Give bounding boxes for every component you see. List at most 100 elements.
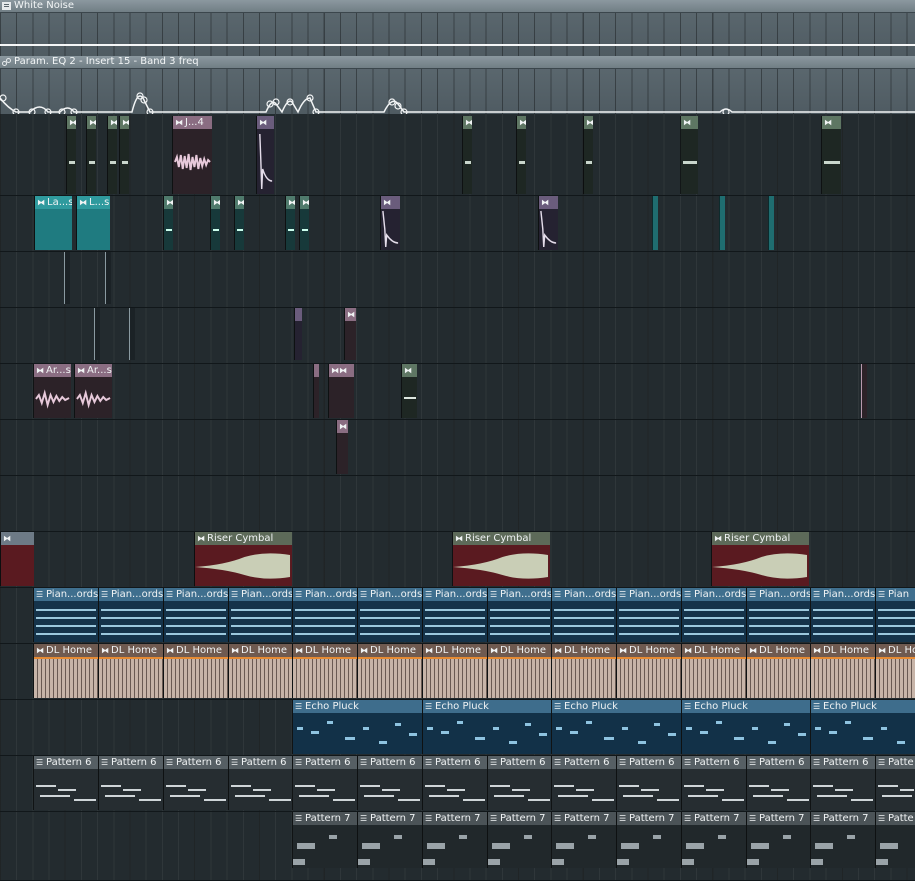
track-row[interactable] [0, 420, 915, 476]
riser-cymbal-clip[interactable]: ⧓ Riser Cymbal [452, 532, 550, 586]
pattern-6-clip[interactable]: ☰ Pattern 6 [810, 756, 875, 810]
audio-clip-slice[interactable] [652, 196, 658, 250]
piano-chords-clip[interactable]: ☰ Pian [875, 588, 915, 642]
pattern-7-clip[interactable]: ☰ Patte [875, 812, 915, 868]
audio-clip[interactable]: ⧓ [516, 116, 526, 194]
audio-clip[interactable]: ⧓ [344, 308, 356, 360]
dl-home-clip[interactable]: ⧓ DL Home [357, 644, 422, 698]
track-row[interactable] [0, 476, 915, 532]
track-row[interactable] [0, 308, 915, 364]
audio-clip[interactable]: ⧓ [680, 116, 698, 194]
audio-clip-slice[interactable] [719, 196, 725, 250]
piano-chords-clip[interactable]: ☰ Pian...ords [98, 588, 163, 642]
dl-home-clip[interactable]: ⧓ DL Home [616, 644, 681, 698]
pattern-6-clip[interactable]: ☰ Pattern 6 [98, 756, 163, 810]
audio-clip-slice[interactable] [64, 252, 70, 304]
audio-clip[interactable] [294, 308, 302, 360]
pattern-6-clip[interactable]: ☰ Pattern 6 [163, 756, 228, 810]
audio-clip[interactable]: ⧓ [163, 196, 173, 250]
audio-clip[interactable]: ⧓ [119, 116, 129, 194]
track-row[interactable] [0, 252, 915, 308]
riser-cymbal-clip[interactable]: ⧓ Riser Cymbal [194, 532, 292, 586]
pattern-6-clip[interactable]: ☰ Pattern 6 [681, 756, 746, 810]
audio-clip[interactable]: ⧓ [538, 196, 558, 250]
piano-chords-clip[interactable]: ☰ Pian...ords [551, 588, 616, 642]
audio-clip-slice[interactable] [129, 308, 135, 360]
piano-chords-clip[interactable]: ☰ Pian...ords [810, 588, 875, 642]
piano-chords-clip[interactable]: ☰ Pian...ords [487, 588, 551, 642]
pattern-6-clip[interactable]: ☰ Pattern 6 [616, 756, 681, 810]
pattern-6-clip[interactable]: ☰ Pattern 6 [292, 756, 357, 810]
audio-clip[interactable] [313, 364, 319, 418]
audio-clip[interactable]: ⧓ [86, 116, 96, 194]
audio-clip-slice[interactable] [768, 196, 774, 250]
pattern-6-clip[interactable]: ☰ Pattern 6 [487, 756, 551, 810]
echo-pluck-clip[interactable]: ☰ Echo Pluck [292, 700, 422, 754]
audio-clip-slice[interactable] [861, 364, 867, 418]
piano-chords-clip[interactable]: ☰ Pian...ords [357, 588, 422, 642]
track-row[interactable] [0, 114, 915, 196]
dl-home-clip[interactable]: ⧓ DL Home [551, 644, 616, 698]
piano-chords-clip[interactable]: ☰ Pian...ords [422, 588, 487, 642]
track-row[interactable] [0, 364, 915, 420]
dl-home-clip[interactable]: ⧓ DL Home [746, 644, 810, 698]
audio-clip[interactable]: ⧓⧓ [328, 364, 354, 418]
automation-lane-param-eq[interactable]: Param. EQ 2 - Insert 15 - Band 3 freq [0, 56, 915, 114]
dl-home-clip[interactable]: ⧓ DL Home [163, 644, 228, 698]
pattern-6-clip[interactable]: ☰ Pattern 6 [422, 756, 487, 810]
pattern-7-clip[interactable]: ☰ Pattern 7 [487, 812, 551, 868]
riser-cymbal-clip[interactable]: ⧓ Riser Cymbal [711, 532, 809, 586]
audio-clip[interactable]: ⧓ [66, 116, 76, 194]
dl-home-clip[interactable]: ⧓ DL Home [422, 644, 487, 698]
pattern-7-clip[interactable]: ☰ Pattern 7 [551, 812, 616, 868]
pattern-7-clip[interactable]: ☰ Pattern 7 [292, 812, 357, 868]
riser-clip-start[interactable]: ⧓ [0, 532, 34, 586]
audio-clip-j4[interactable]: ⧓ J...4 [172, 116, 212, 194]
audio-clip[interactable]: ⧓ [285, 196, 295, 250]
audio-clip[interactable]: ⧓ [256, 116, 274, 194]
pattern-7-clip[interactable]: ☰ Pattern 7 [616, 812, 681, 868]
audio-clip[interactable]: ⧓ [401, 364, 417, 418]
audio-clip-lead-a[interactable]: ⧓ La...s [34, 196, 72, 250]
piano-chords-clip[interactable]: ☰ Pian...ords [746, 588, 810, 642]
pattern-6-clip[interactable]: ☰ Pattern 6 [746, 756, 810, 810]
pattern-7-clip[interactable]: ☰ Pattern 7 [681, 812, 746, 868]
pattern-6-clip[interactable]: ☰ Pattern 6 [33, 756, 98, 810]
audio-clip[interactable]: ⧓ [462, 116, 472, 194]
piano-chords-clip[interactable]: ☰ Pian...ords [33, 588, 98, 642]
echo-pluck-clip[interactable]: ☰ Echo Pluck [810, 700, 915, 754]
echo-pluck-clip[interactable]: ☰ Echo Pluck [422, 700, 551, 754]
dl-home-clip[interactable]: ⧓ DL Home [487, 644, 551, 698]
audio-clip-arp-b[interactable]: ⧓ Ar...s [74, 364, 112, 418]
piano-chords-clip[interactable]: ☰ Pian...ords [292, 588, 357, 642]
dl-home-clip[interactable]: ⧓ DL Home [98, 644, 163, 698]
pattern-6-clip[interactable]: ☰ Pattern 6 [357, 756, 422, 810]
piano-chords-clip[interactable]: ☰ Pian...ords [228, 588, 292, 642]
audio-clip[interactable]: ⧓ [234, 196, 244, 250]
pattern-7-clip[interactable]: ☰ Pattern 7 [357, 812, 422, 868]
audio-clip[interactable]: ⧓ [821, 116, 841, 194]
audio-clip-arp-a[interactable]: ⧓ Ar...s [33, 364, 71, 418]
audio-clip[interactable]: ⧓ [336, 420, 348, 474]
echo-pluck-clip[interactable]: ☰ Echo Pluck [551, 700, 681, 754]
echo-pluck-clip[interactable]: ☰ Echo Pluck [681, 700, 810, 754]
automation-lane-white-noise[interactable]: White Noise [0, 0, 915, 56]
dl-home-clip[interactable]: ⧓ DL Home [292, 644, 357, 698]
audio-clip-slice[interactable] [94, 308, 100, 360]
dl-home-clip[interactable]: ⧓ DL Home [681, 644, 746, 698]
dl-home-clip[interactable]: ⧓ DL Home [810, 644, 875, 698]
track-row[interactable] [0, 196, 915, 252]
piano-chords-clip[interactable]: ☰ Pian...ords [163, 588, 228, 642]
audio-clip[interactable]: ⧓ [299, 196, 309, 250]
pattern-7-clip[interactable]: ☰ Pattern 7 [422, 812, 487, 868]
audio-clip[interactable]: ⧓ [380, 196, 400, 250]
pattern-6-clip[interactable]: ☰ Patte [875, 756, 915, 810]
dl-home-clip[interactable]: ⧓ DL Home [228, 644, 292, 698]
piano-chords-clip[interactable]: ☰ Pian...ords [681, 588, 746, 642]
dl-home-clip[interactable]: ⧓ DL Home [33, 644, 98, 698]
audio-clip-lead-b[interactable]: ⧓ L...s [76, 196, 110, 250]
audio-clip[interactable]: ⧓ [107, 116, 117, 194]
piano-chords-clip[interactable]: ☰ Pian...ords [616, 588, 681, 642]
dl-home-clip[interactable]: ⧓DL Ho [875, 644, 915, 698]
audio-clip[interactable]: ⧓ [583, 116, 593, 194]
